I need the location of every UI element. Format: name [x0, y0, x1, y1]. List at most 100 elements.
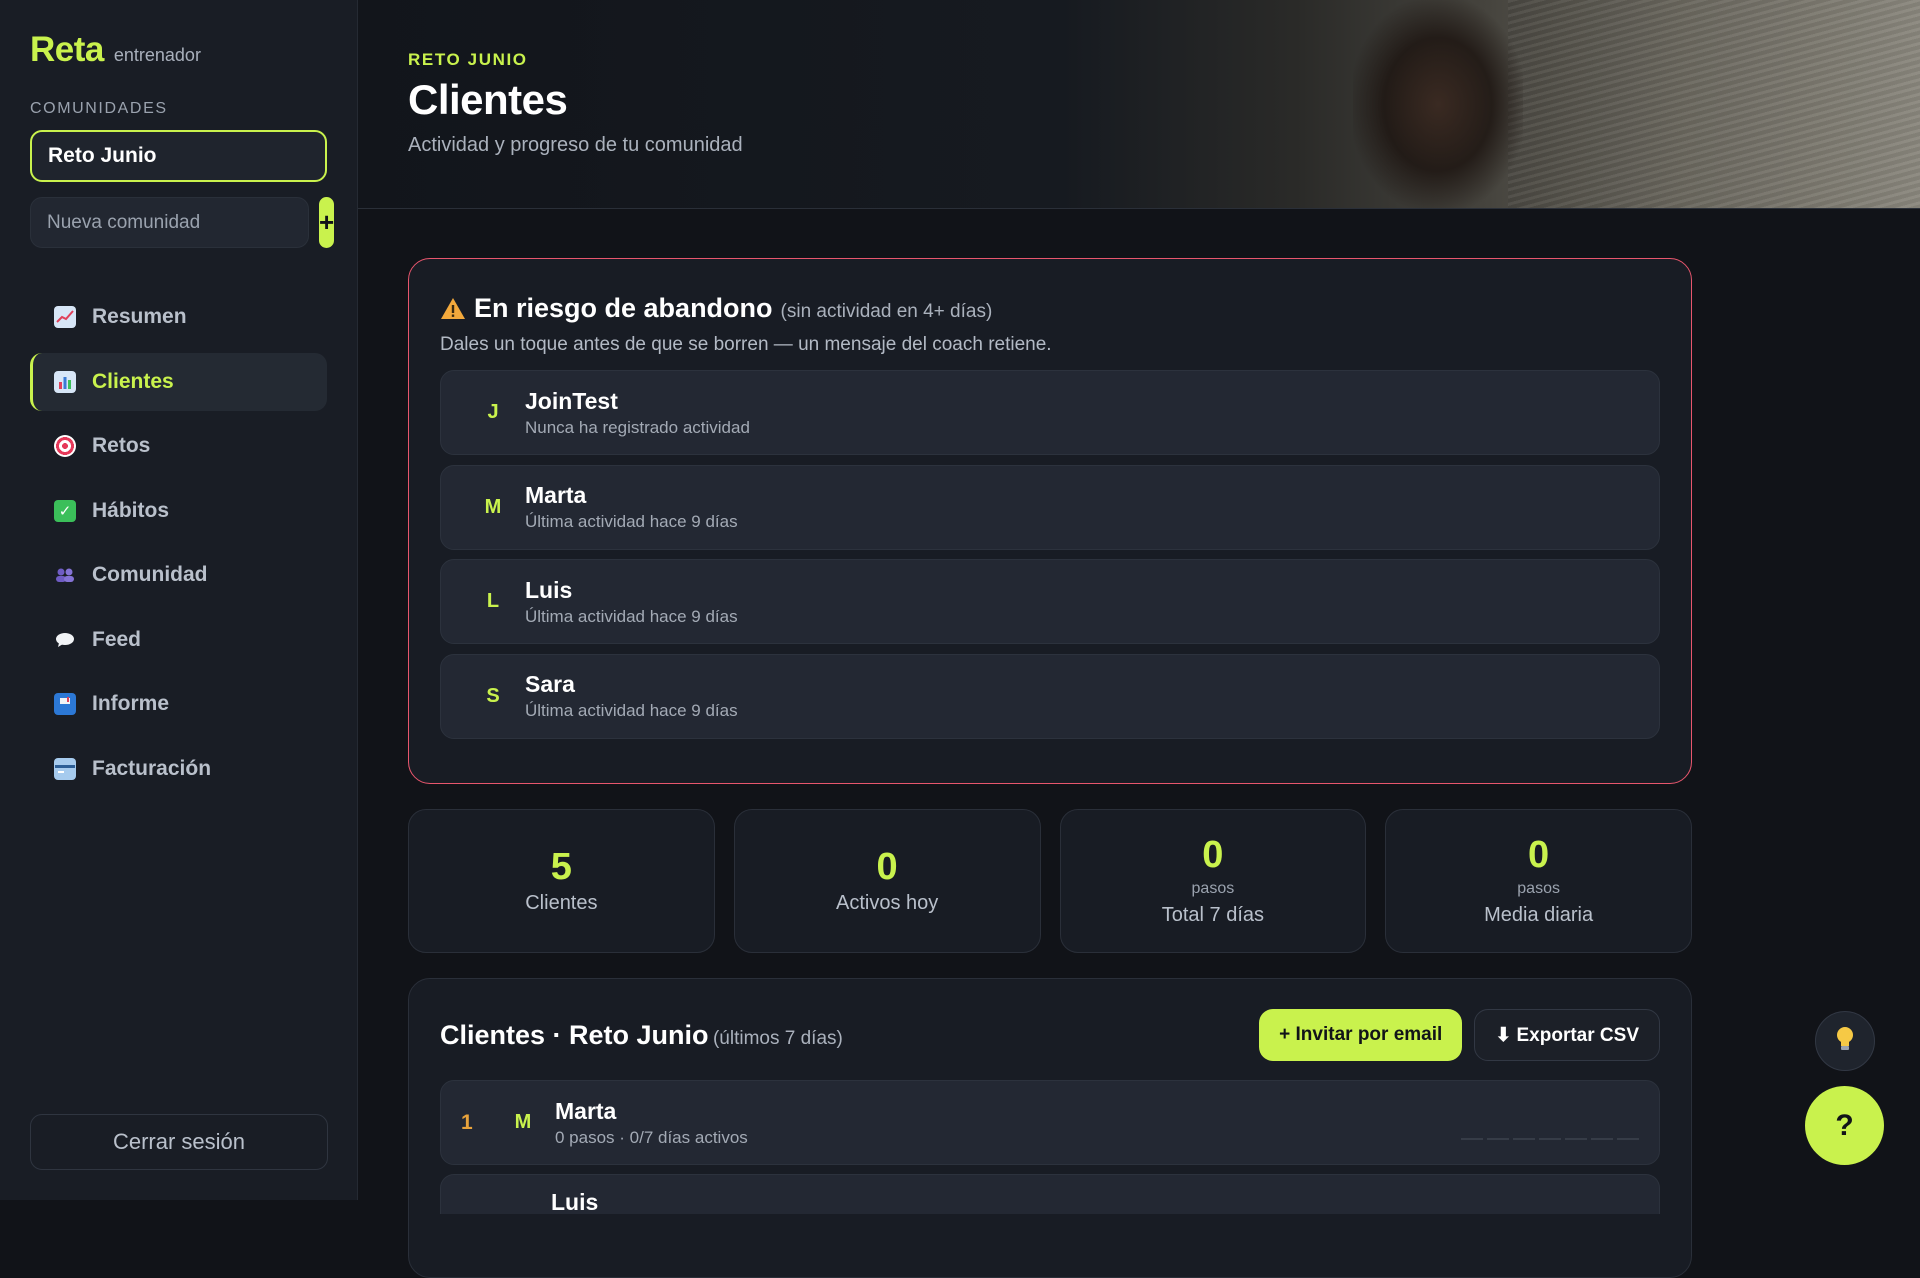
- client-name: Marta: [525, 482, 587, 508]
- new-community-input[interactable]: [30, 197, 309, 248]
- at-risk-card: En riesgo de abandono (sin actividad en …: [408, 258, 1692, 784]
- people-icon: [54, 564, 76, 586]
- client-activity: Última actividad hace 9 días: [525, 701, 738, 720]
- sparkline-day: [1617, 1138, 1639, 1140]
- sidebar-item-feed[interactable]: Feed: [30, 611, 327, 669]
- stat-value: 0: [876, 845, 898, 888]
- help-button[interactable]: ?: [1805, 1086, 1884, 1165]
- sidebar-item-facturacion[interactable]: Facturación: [30, 740, 327, 798]
- header-background-image: [1508, 0, 1920, 208]
- at-risk-item[interactable]: L Luis Última actividad hace 9 días: [440, 559, 1660, 644]
- sidebar-item-label: Resumen: [92, 305, 187, 328]
- add-community-button[interactable]: +: [319, 197, 335, 248]
- avatar: M: [514, 1111, 532, 1133]
- clients-heading: Clientes · Reto Junio (últimos 7 días): [440, 1020, 843, 1051]
- sidebar-item-label: Feed: [92, 627, 142, 651]
- communities-label: COMUNIDADES: [30, 100, 168, 117]
- clients-header: Clientes · Reto Junio (últimos 7 días) +…: [440, 1009, 1660, 1061]
- clients-card: Clientes · Reto Junio (últimos 7 días) +…: [408, 978, 1692, 1278]
- client-name: JoinTest: [525, 387, 618, 414]
- activity-sparkline: [1461, 1138, 1639, 1140]
- client-name: Luis: [551, 1189, 599, 1215]
- page-header: RETO JUNIO Clientes Actividad y progreso…: [358, 0, 1920, 209]
- client-name: Marta: [555, 1097, 617, 1124]
- at-risk-item[interactable]: S Sara Última actividad hace 9 días: [440, 653, 1660, 739]
- stat-label: Media diaria: [1484, 903, 1594, 926]
- avatar: M: [484, 495, 502, 518]
- client-name: Luis: [525, 576, 573, 603]
- invite-by-email-button[interactable]: + Invitar por email: [1259, 1009, 1463, 1061]
- stat-card-active-today: 0 Activos hoy: [733, 809, 1041, 953]
- at-risk-item[interactable]: J JoinTest Nunca ha registrado actividad: [440, 370, 1660, 455]
- sidebar-item-label: Facturación: [92, 756, 212, 780]
- clients-title: Clientes · Reto Junio: [440, 1019, 709, 1050]
- page-title: Clientes: [408, 76, 568, 123]
- sidebar-item-resumen[interactable]: Resumen: [30, 288, 327, 346]
- avatar: L: [486, 590, 500, 612]
- stat-card-daily-average: 0 pasos Media diaria: [1385, 809, 1692, 953]
- at-risk-item[interactable]: M Marta Última actividad hace 9 días: [440, 464, 1660, 550]
- community-select[interactable]: Reto Junio: [30, 130, 327, 182]
- sidebar-item-label: Comunidad: [92, 563, 208, 586]
- sidebar-item-label: Retos: [92, 434, 151, 457]
- sparkline-day: [1461, 1138, 1483, 1140]
- client-name: Sara: [525, 671, 575, 697]
- sidebar-item-habitos[interactable]: ✓ Hábitos: [30, 482, 327, 540]
- avatar: J: [487, 401, 499, 423]
- sidebar-item-label: Hábitos: [92, 498, 170, 522]
- avatar: S: [486, 684, 500, 707]
- credit-card-icon: [54, 757, 76, 780]
- sparkline-day: [1565, 1138, 1587, 1140]
- client-row[interactable]: Luis: [440, 1174, 1660, 1215]
- chart-increasing-icon: [54, 306, 76, 328]
- sparkline-day: [1539, 1138, 1561, 1140]
- sparkline-day: [1591, 1138, 1613, 1140]
- sparkline-day: [1513, 1138, 1535, 1140]
- at-risk-title: En riesgo de abandono: [474, 293, 773, 323]
- sidebar-item-informe[interactable]: Informe: [30, 675, 327, 733]
- client-stats: 0 pasos · 0/7 días activos: [555, 1127, 748, 1147]
- target-icon: [54, 435, 76, 457]
- light-bulb-icon: [1834, 1025, 1856, 1058]
- export-csv-button[interactable]: ⬇ Exportar CSV: [1474, 1009, 1660, 1061]
- speech-bubble-icon: [54, 629, 76, 651]
- at-risk-info: Luis Última actividad hace 9 días: [525, 577, 738, 627]
- brand-role: entrenador: [113, 45, 201, 65]
- sidebar: Reta entrenador COMUNIDADES Reto Junio +…: [0, 0, 358, 1200]
- page-eyebrow: RETO JUNIO: [408, 50, 528, 69]
- stat-value: 0: [1528, 833, 1550, 876]
- stat-value: 0: [1202, 833, 1224, 876]
- stat-card-total-7-days: 0 pasos Total 7 días: [1059, 809, 1367, 953]
- at-risk-description: Dales un toque antes de que se borren — …: [440, 334, 1052, 355]
- stat-unit: pasos: [1517, 879, 1560, 897]
- at-risk-heading: En riesgo de abandono (sin actividad en …: [440, 293, 1660, 324]
- at-risk-note: (sin actividad en 4+ días): [780, 301, 993, 322]
- sidebar-item-label: Clientes: [92, 369, 174, 393]
- sidebar-item-retos[interactable]: Retos: [30, 417, 327, 475]
- header-text: RETO JUNIO Clientes Actividad y progreso…: [408, 50, 743, 157]
- client-info: Marta 0 pasos · 0/7 días activos: [555, 1098, 748, 1148]
- stat-label: Clientes: [525, 891, 598, 914]
- clients-actions: + Invitar por email ⬇ Exportar CSV: [1259, 1009, 1660, 1061]
- main-content: En riesgo de abandono (sin actividad en …: [408, 258, 1692, 1278]
- logout-button[interactable]: Cerrar sesión: [30, 1114, 328, 1170]
- stat-label: Total 7 días: [1161, 903, 1265, 926]
- sidebar-item-label: Informe: [92, 692, 170, 715]
- bar-chart-icon: [54, 370, 76, 393]
- client-activity: Nunca ha registrado actividad: [525, 417, 750, 437]
- page-subtitle: Actividad y progreso de tu comunidad: [408, 134, 743, 156]
- client-activity: Última actividad hace 9 días: [525, 512, 738, 531]
- at-risk-list: J JoinTest Nunca ha registrado actividad…: [440, 370, 1660, 739]
- tips-button[interactable]: [1815, 1011, 1875, 1071]
- sidebar-item-comunidad[interactable]: Comunidad: [30, 546, 327, 604]
- sidebar-item-clientes[interactable]: Clientes: [30, 352, 327, 411]
- at-risk-info: Marta Última actividad hace 9 días: [525, 482, 738, 532]
- mailbox-icon: [54, 693, 76, 715]
- client-row[interactable]: 1 M Marta 0 pasos · 0/7 días activos: [440, 1080, 1660, 1165]
- at-risk-info: Sara Última actividad hace 9 días: [525, 671, 738, 721]
- new-community-row: +: [30, 197, 335, 248]
- stat-label: Activos hoy: [835, 891, 939, 914]
- stat-value: 5: [550, 845, 572, 888]
- at-risk-info: JoinTest Nunca ha registrado actividad: [525, 388, 750, 438]
- brand-name: Reta: [30, 30, 104, 69]
